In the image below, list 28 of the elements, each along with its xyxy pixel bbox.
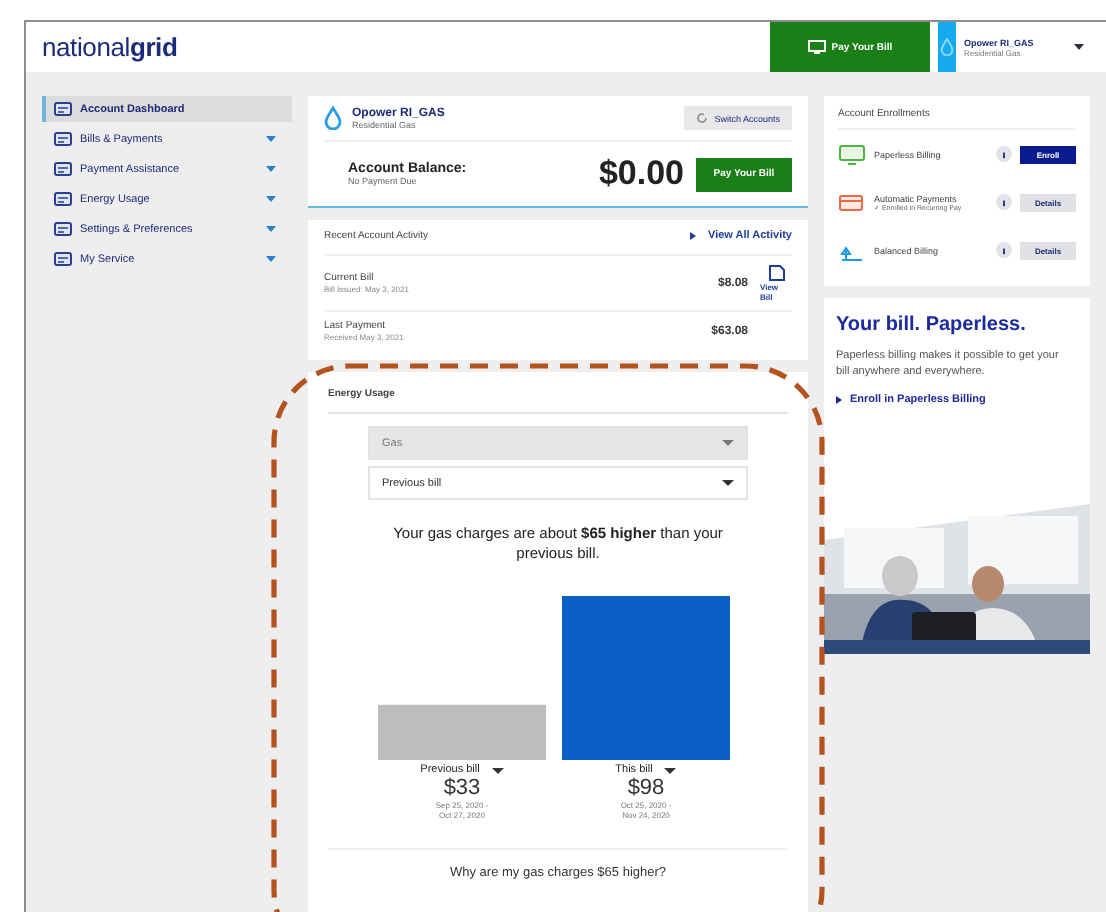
document-icon — [767, 264, 785, 282]
balance-amount: $0.00 — [598, 154, 684, 194]
info-icon[interactable] — [996, 242, 1012, 258]
caret-icon — [722, 440, 734, 446]
arrow-icon — [690, 232, 697, 240]
bill-amount: $33 — [443, 776, 481, 801]
drop-icon — [324, 106, 342, 130]
refresh-icon — [696, 112, 709, 124]
info-icon[interactable] — [996, 146, 1012, 162]
menu-item-icon — [54, 221, 72, 237]
info-icon[interactable] — [996, 194, 1012, 210]
menu-item-icon — [54, 251, 72, 267]
caret-icon — [491, 767, 504, 774]
caret-icon — [664, 767, 677, 774]
drop-icon — [940, 38, 954, 56]
caret-icon — [722, 480, 734, 486]
card-icon — [838, 191, 866, 213]
bill-amount: $98 — [627, 776, 665, 801]
menu-item-icon — [54, 191, 72, 207]
monitor-icon — [838, 143, 866, 165]
promo-title: Your bill. Paperless. — [834, 314, 1028, 336]
caret-icon — [1074, 44, 1084, 50]
menu-item-icon — [54, 101, 72, 117]
monitor-icon — [807, 40, 826, 54]
arrow-icon — [836, 395, 842, 403]
logo[interactable]: nationalgrid — [42, 32, 178, 62]
menu-item-icon — [54, 131, 72, 147]
menu-item-icon — [54, 161, 72, 177]
